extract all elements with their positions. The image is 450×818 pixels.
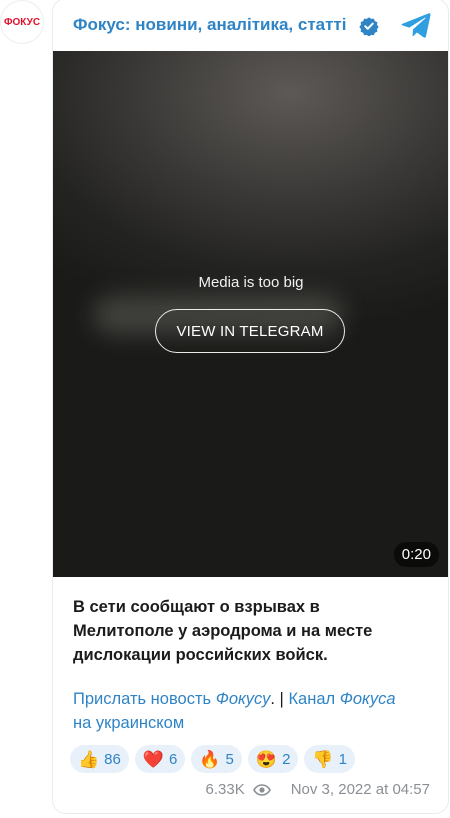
channel-title[interactable]: Фокус: новини, аналітика, статті <box>73 15 347 35</box>
post-text: В сети сообщают о взрывах в Мелитополе у… <box>73 598 373 664</box>
post-links: Прислать новость Фокусу. | Канал Фокуса … <box>73 687 413 735</box>
avatar-logo-text: ФОКУС <box>3 16 41 28</box>
reaction-fire[interactable]: 🔥 5 <box>191 745 242 773</box>
reaction-heart[interactable]: ❤️ 6 <box>134 745 186 773</box>
post-card: Фокус: новини, аналітика, статті Media i… <box>52 0 449 814</box>
post-meta: 6.33K Nov 3, 2022 at 04:57 <box>206 781 430 798</box>
link-separator: | <box>274 690 289 708</box>
reaction-count: 2 <box>282 750 291 768</box>
fire-icon: 🔥 <box>199 749 221 769</box>
heart-icon: ❤️ <box>142 749 165 769</box>
view-count: 6.33K <box>205 781 245 798</box>
eye-icon <box>252 783 271 796</box>
heart-eyes-icon: 😍 <box>255 749 278 769</box>
video-duration-badge: 0:20 <box>393 542 439 567</box>
reaction-thumbs-up[interactable]: 👍 86 <box>70 745 129 773</box>
post-header: Фокус: новини, аналітика, статті <box>53 0 448 53</box>
reactions-bar: 👍 86 ❤️ 6 🔥 5 😍 2 👎 1 <box>70 745 355 773</box>
reaction-heart-eyes[interactable]: 😍 2 <box>247 745 299 773</box>
view-in-telegram-button[interactable]: VIEW IN TELEGRAM <box>155 309 345 353</box>
reaction-count: 86 <box>104 750 121 768</box>
reaction-count: 1 <box>338 750 347 768</box>
thumbs-up-icon: 👍 <box>78 749 100 769</box>
video-preview[interactable]: Media is too big VIEW IN TELEGRAM 0:20 <box>53 51 448 577</box>
send-news-link[interactable]: Прислать новость Фокусу. <box>73 690 275 708</box>
reaction-thumbs-down[interactable]: 👎 1 <box>304 745 355 773</box>
telegram-logo-icon[interactable] <box>401 11 431 39</box>
reaction-count: 5 <box>225 750 234 768</box>
channel-avatar[interactable]: ФОКУС <box>0 0 44 44</box>
media-too-big-label: Media is too big <box>198 274 304 291</box>
verified-badge-icon <box>359 17 379 36</box>
reaction-count: 6 <box>169 750 178 768</box>
post-date[interactable]: Nov 3, 2022 at 04:57 <box>291 781 430 798</box>
thumbs-down-icon: 👎 <box>312 749 334 769</box>
